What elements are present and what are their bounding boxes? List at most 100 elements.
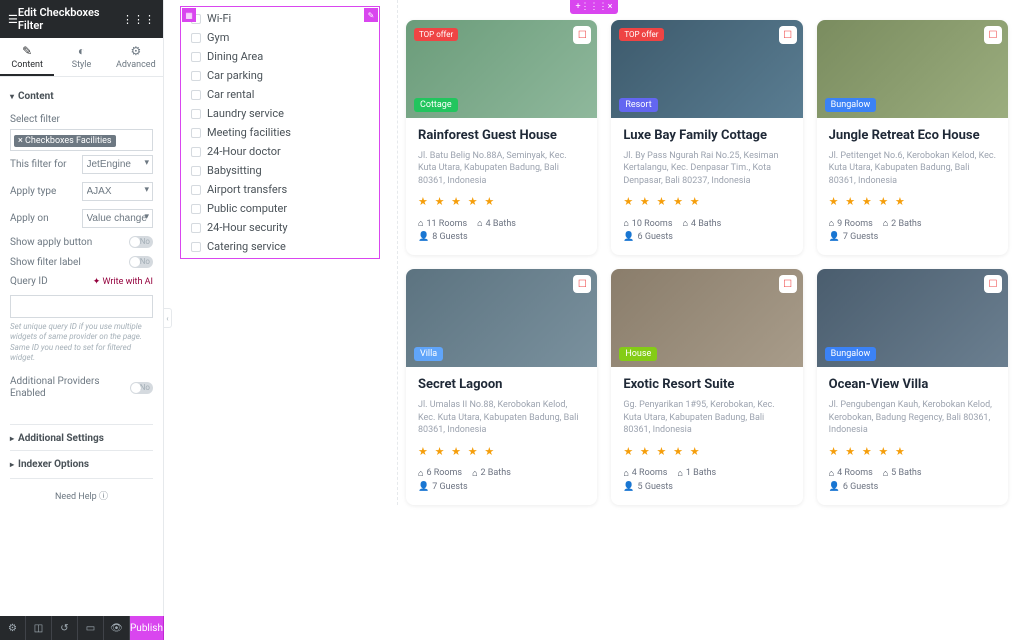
home-icon: ⌂ xyxy=(418,218,423,229)
apps-icon[interactable]: ⋮⋮⋮ xyxy=(122,13,155,26)
section-content[interactable]: ▾ Content xyxy=(10,85,153,108)
footer-bar: ⚙ ◫ ↺ ▭ 👁 Publish ⌃ xyxy=(0,616,163,640)
drag-element-handle[interactable]: ⋮⋮⋮ xyxy=(586,0,602,14)
publish-button[interactable]: Publish xyxy=(130,616,163,640)
filter-checkbox-item[interactable]: Public computer xyxy=(181,199,379,218)
category-badge: House xyxy=(619,347,657,361)
filter-checkbox-item[interactable]: Meeting facilities xyxy=(181,123,379,142)
widget-edit-button[interactable]: ✎ xyxy=(364,8,378,22)
section-indexer-options[interactable]: ▸ Indexer Options xyxy=(10,450,153,479)
show-filter-label-label: Show filter label xyxy=(10,257,81,268)
baths-meta: ⌂5 Baths xyxy=(883,468,922,479)
favorite-button[interactable]: ☐ xyxy=(984,275,1002,293)
checkbox-icon xyxy=(191,52,201,62)
checkbox-icon xyxy=(191,71,201,81)
filter-item-label: Public computer xyxy=(207,202,287,215)
checkbox-icon xyxy=(191,128,201,138)
apply-type-label: Apply type xyxy=(10,186,56,197)
filter-checkbox-item[interactable]: Car parking xyxy=(181,66,379,85)
listing-card[interactable]: ☐ Bungalow Ocean-View Villa Jl. Penguben… xyxy=(817,269,1008,504)
gear-icon: ⚙ xyxy=(111,44,161,58)
filter-checkbox-item[interactable]: Babysitting xyxy=(181,161,379,180)
listing-card[interactable]: ☐ Villa Secret Lagoon Jl. Umalas II No.8… xyxy=(406,269,597,504)
filter-tag[interactable]: × Checkboxes Facilities xyxy=(14,135,116,147)
home-icon: ⌂ xyxy=(682,218,687,229)
filter-checkbox-item[interactable]: Catering service xyxy=(181,237,379,256)
checkbox-icon xyxy=(191,109,201,119)
person-icon: 👤 xyxy=(623,232,634,242)
listing-title: Luxe Bay Family Cottage xyxy=(623,128,790,144)
favorite-button[interactable]: ☐ xyxy=(984,26,1002,44)
filter-checkbox-item[interactable]: Gym xyxy=(181,28,379,47)
need-help-link[interactable]: Need Help ⓘ xyxy=(10,479,153,512)
widget-handle-icon[interactable]: ▦ xyxy=(182,8,196,22)
listing-card[interactable]: TOP offer ☐ Cottage Rainforest Guest Hou… xyxy=(406,20,597,255)
home-icon: ⌂ xyxy=(418,468,423,479)
filter-item-label: Meeting facilities xyxy=(207,126,291,139)
baths-meta: ⌂2 Baths xyxy=(472,468,511,479)
show-filter-label-toggle[interactable]: No xyxy=(129,256,153,268)
listing-card[interactable]: ☐ House Exotic Resort Suite Gg. Penyarik… xyxy=(611,269,802,504)
responsive-button[interactable]: ▭ xyxy=(78,616,104,640)
additional-providers-label: Additional Providers Enabled xyxy=(10,376,130,400)
filter-checkbox-item[interactable]: Car rental xyxy=(181,85,379,104)
query-id-label: Query ID xyxy=(10,276,48,287)
section-additional-settings[interactable]: ▸ Additional Settings xyxy=(10,424,153,450)
select-filter-input[interactable]: × Checkboxes Facilities xyxy=(10,129,153,151)
listing-title: Exotic Resort Suite xyxy=(623,377,790,393)
query-id-input[interactable] xyxy=(10,295,153,318)
tab-advanced[interactable]: ⚙ Advanced xyxy=(109,38,163,76)
favorite-button[interactable]: ☐ xyxy=(573,275,591,293)
write-with-ai-link[interactable]: ✦ Write with AI xyxy=(93,277,153,287)
filter-item-label: Wi-Fi xyxy=(207,12,231,25)
filter-item-label: Catering service xyxy=(207,240,286,253)
checkbox-icon xyxy=(191,33,201,43)
listing-address: Jl. By Pass Ngurah Rai No.25, Kesiman Ke… xyxy=(623,150,790,188)
apply-on-select[interactable]: Value change xyxy=(82,209,154,228)
listing-title: Rainforest Guest House xyxy=(418,128,585,144)
this-filter-for-label: This filter for xyxy=(10,159,67,170)
rating-stars: ★ ★ ★ ★ ★ xyxy=(829,445,996,458)
person-icon: 👤 xyxy=(418,482,429,492)
checkboxes-filter-widget[interactable]: ▦ ✎ Wi-Fi Gym Dining AreaCar parkingCar re… xyxy=(180,6,380,259)
listing-card[interactable]: TOP offer ☐ Resort Luxe Bay Family Cotta… xyxy=(611,20,802,255)
filter-checkbox-item[interactable]: Airport transfers xyxy=(181,180,379,199)
checkbox-icon xyxy=(191,185,201,195)
baths-meta: ⌂2 Baths xyxy=(883,218,922,229)
filter-checkbox-item[interactable]: 24-Hour security xyxy=(181,218,379,237)
filter-checkbox-item[interactable]: Wi-Fi xyxy=(181,9,379,28)
apply-type-select[interactable]: AJAX xyxy=(82,182,154,201)
help-icon: ⓘ xyxy=(99,492,108,502)
listing-address: Jl. Umalas II No.88, Kerobokan Kelod, Ke… xyxy=(418,399,585,437)
category-badge: Bungalow xyxy=(825,98,877,112)
filter-checkbox-item[interactable]: 24-Hour doctor xyxy=(181,142,379,161)
menu-icon[interactable]: ☰ xyxy=(8,13,18,26)
filter-item-label: Gym xyxy=(207,31,229,44)
navigator-button[interactable]: ◫ xyxy=(26,616,52,640)
tab-content[interactable]: ✎ Content xyxy=(0,38,54,76)
favorite-button[interactable]: ☐ xyxy=(779,275,797,293)
show-apply-button-toggle[interactable]: No xyxy=(129,236,153,248)
home-icon: ⌂ xyxy=(477,218,482,229)
favorite-button[interactable]: ☐ xyxy=(573,26,591,44)
person-icon: 👤 xyxy=(829,482,840,492)
listing-address: Jl. Batu Belig No.88A, Seminyak, Kec. Ku… xyxy=(418,150,585,188)
this-filter-for-select[interactable]: JetEngine xyxy=(82,155,154,174)
listing-card[interactable]: ☐ Bungalow Jungle Retreat Eco House Jl. … xyxy=(817,20,1008,255)
rooms-meta: ⌂6 Rooms xyxy=(418,468,462,479)
history-button[interactable]: ↺ xyxy=(52,616,78,640)
settings-button[interactable]: ⚙ xyxy=(0,616,26,640)
close-element-button[interactable]: × xyxy=(602,0,618,14)
home-icon: ⌂ xyxy=(623,468,628,479)
collapse-sidebar-handle[interactable]: ‹ xyxy=(164,308,172,328)
filter-checkbox-item[interactable]: Dining Area xyxy=(181,47,379,66)
caret-down-icon: ▾ xyxy=(10,92,14,101)
favorite-button[interactable]: ☐ xyxy=(779,26,797,44)
checkbox-icon xyxy=(191,90,201,100)
filter-checkbox-item[interactable]: Laundry service xyxy=(181,104,379,123)
home-icon: ⌂ xyxy=(829,218,834,229)
preview-button[interactable]: 👁 xyxy=(104,616,130,640)
filter-item-label: 24-Hour security xyxy=(207,221,288,234)
additional-providers-toggle[interactable]: No xyxy=(130,382,153,394)
tab-style[interactable]: ◐ Style xyxy=(54,38,108,76)
